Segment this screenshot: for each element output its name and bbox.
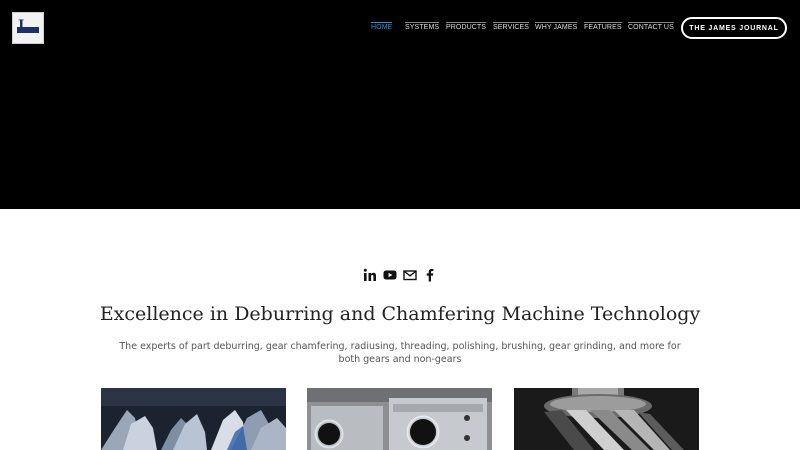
page-subtext: The experts of part deburring, gear cham… <box>119 341 681 365</box>
facebook-icon[interactable] <box>423 268 437 282</box>
nav-features[interactable]: FEATURES <box>584 22 622 31</box>
machined-part-photo[interactable] <box>307 388 492 450</box>
james-journal-button[interactable]: THE JAMES JOURNAL <box>681 17 787 39</box>
nav-contact-us[interactable]: CONTACT US <box>628 22 674 31</box>
hero-banner: J HOME SYSTEMS PRODUCTS SERVICES WHY JAM… <box>0 0 800 209</box>
nav-home[interactable]: HOME <box>371 22 393 31</box>
nav-services[interactable]: SERVICES <box>493 22 530 31</box>
company-logo[interactable]: J <box>12 12 44 44</box>
nav-why-james[interactable]: WHY JAMES <box>535 22 578 31</box>
helical-gear-photo[interactable] <box>514 388 699 450</box>
page-headline: Excellence in Deburring and Chamfering M… <box>99 303 701 325</box>
email-icon[interactable] <box>403 268 417 282</box>
youtube-icon[interactable] <box>383 268 397 282</box>
social-links <box>0 268 800 282</box>
nav-products[interactable]: PRODUCTS <box>446 22 487 31</box>
linkedin-icon[interactable] <box>363 268 377 282</box>
logo-bar <box>17 27 39 33</box>
nav-systems[interactable]: SYSTEMS <box>405 22 440 31</box>
gear-cutter-photo[interactable] <box>101 388 286 450</box>
